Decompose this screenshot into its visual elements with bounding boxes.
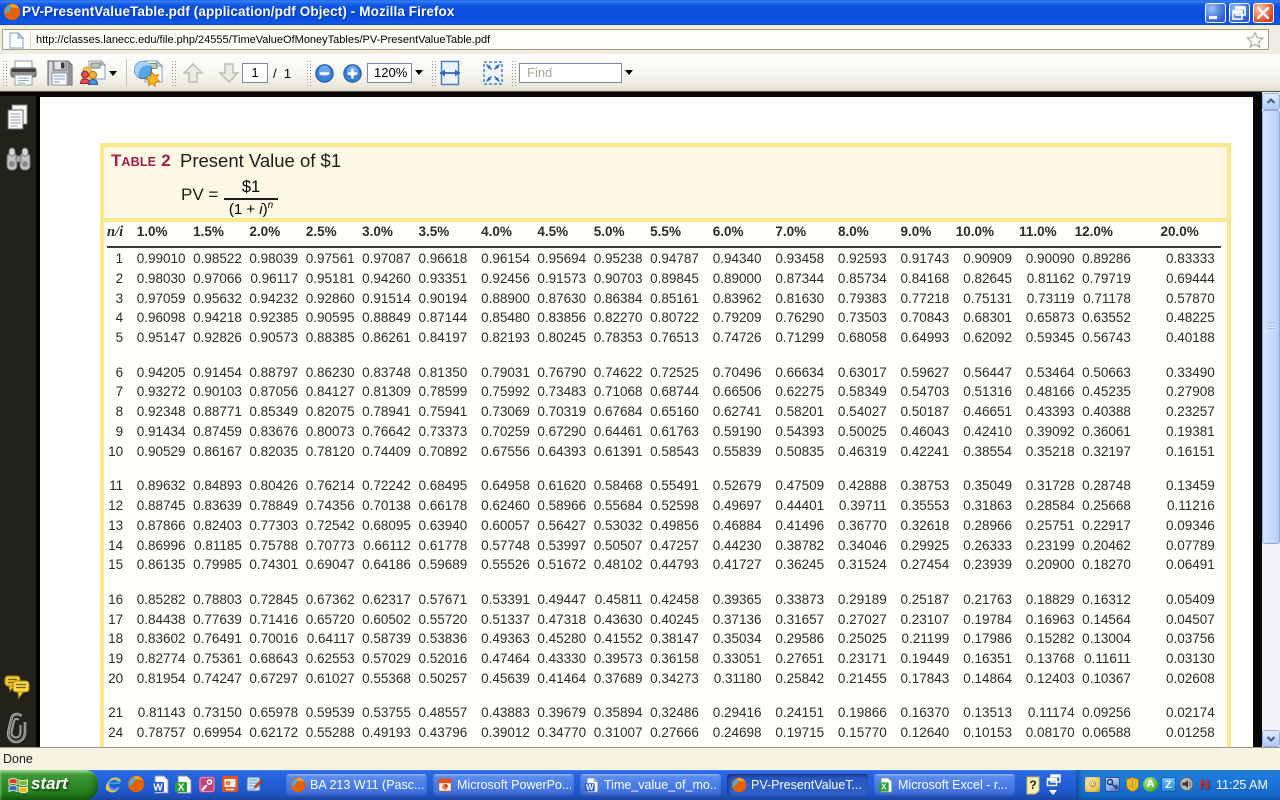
svg-text:?: ?	[1029, 778, 1036, 792]
svg-text:W: W	[153, 783, 163, 794]
svg-text:X: X	[178, 783, 185, 794]
svg-text:X: X	[881, 781, 887, 791]
svg-text:W: W	[586, 783, 594, 792]
